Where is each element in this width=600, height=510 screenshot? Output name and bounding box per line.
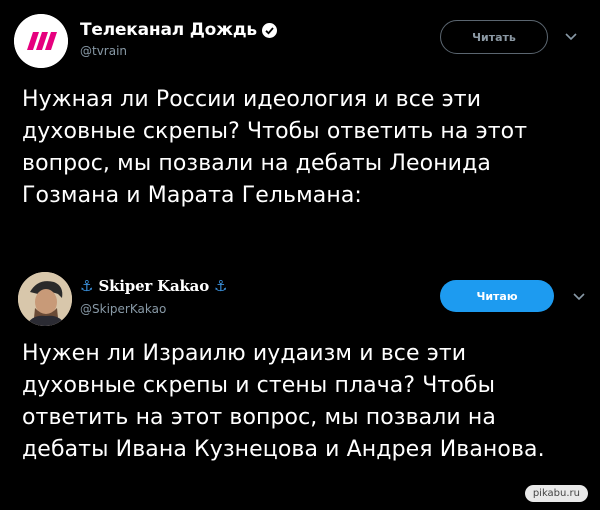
follow-button[interactable]: Читать	[440, 20, 548, 54]
tvrain-logo-icon	[14, 14, 68, 68]
display-name[interactable]: Телеканал Дождь	[80, 20, 257, 40]
chevron-down-icon[interactable]	[562, 30, 580, 44]
tvrain-avatar[interactable]	[14, 14, 68, 68]
portrait-avatar-icon	[18, 272, 72, 326]
watermark-label: pikabu.ru	[524, 485, 588, 502]
author-row: Телеканал Дождь	[80, 20, 277, 40]
tweet-skiper-kakao: ⚓ Skiper Kakao ⚓ @SkiperKakao Читаю Нуже…	[0, 250, 600, 510]
display-name[interactable]: Skiper Kakao	[98, 277, 209, 295]
anchor-icon: ⚓	[80, 277, 94, 295]
tweet-tvrain: Телеканал Дождь @tvrain Читать Нужная ли…	[0, 0, 600, 245]
author-row: ⚓ Skiper Kakao ⚓	[80, 277, 227, 295]
chevron-down-icon[interactable]	[570, 290, 588, 304]
following-button[interactable]: Читаю	[440, 280, 554, 312]
tweet-text: Нужен ли Израилю иудаизм и все эти духов…	[22, 341, 545, 462]
user-handle[interactable]: @tvrain	[80, 44, 127, 58]
anchor-icon: ⚓	[214, 277, 228, 295]
tweet-text: Нужная ли России идеология и все эти дух…	[22, 87, 528, 208]
skiper-avatar[interactable]	[18, 272, 72, 326]
user-handle[interactable]: @SkiperKakao	[80, 302, 166, 316]
verified-badge-icon	[261, 22, 277, 38]
